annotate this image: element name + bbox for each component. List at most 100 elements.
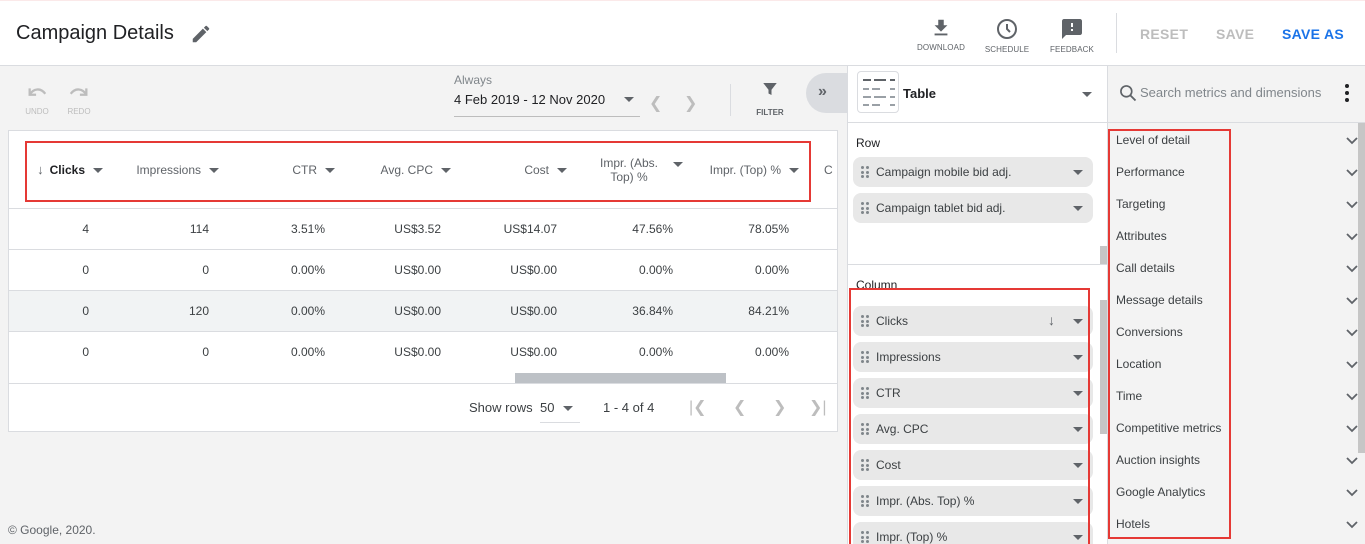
table-row[interactable]: 0 120 0.00% US$0.00 US$0.00 36.84% 84.21% (9, 291, 837, 332)
rows-per-page-select[interactable]: 50 (540, 400, 554, 415)
column-menu-caret-icon[interactable] (325, 167, 335, 173)
chip-menu-caret-icon[interactable] (1073, 463, 1083, 468)
column-section-scrollbar[interactable] (1100, 300, 1107, 434)
chevron-down-icon[interactable] (1346, 519, 1358, 529)
previous-period-button[interactable]: ❮ (649, 93, 662, 113)
chevron-down-icon[interactable] (1346, 199, 1358, 209)
category-item[interactable]: Location (1116, 356, 1358, 388)
column-metric-chip[interactable]: Avg. CPC (853, 414, 1093, 444)
column-menu-caret-icon[interactable] (441, 167, 451, 173)
schedule-button[interactable]: SCHEDULE (977, 17, 1037, 54)
drag-handle-icon[interactable] (861, 423, 869, 435)
column-menu-caret-icon[interactable] (557, 167, 567, 173)
save-button[interactable]: SAVE (1216, 26, 1254, 42)
category-item[interactable]: Message details (1116, 292, 1358, 324)
chip-menu-caret-icon[interactable] (1073, 391, 1083, 396)
next-period-button[interactable]: ❯ (684, 93, 697, 113)
column-header-impr-abs-top[interactable]: Impr. (Abs. Top) % (589, 131, 683, 209)
metrics-search-input[interactable] (1140, 85, 1330, 100)
chip-menu-caret-icon[interactable] (1073, 499, 1083, 504)
last-page-button[interactable]: ❯| (809, 397, 827, 417)
table-row[interactable]: 0 0 0.00% US$0.00 US$0.00 0.00% 0.00% (9, 250, 837, 291)
chevron-down-icon[interactable] (1346, 167, 1358, 177)
undo-button[interactable]: UNDO (22, 84, 52, 116)
chip-menu-caret-icon[interactable] (1073, 319, 1083, 324)
redo-button[interactable]: REDO (64, 84, 94, 116)
row-section-scrollbar[interactable] (1100, 246, 1107, 264)
column-metric-chip[interactable]: Impressions (853, 342, 1093, 372)
first-page-button[interactable]: |❮ (689, 397, 707, 417)
chevron-down-icon[interactable] (1346, 135, 1358, 145)
category-item[interactable]: Google Analytics (1116, 484, 1358, 516)
column-header-impr-top[interactable]: Impr. (Top) % (699, 131, 799, 209)
row-dimension-chip[interactable]: Campaign tablet bid adj. (853, 193, 1093, 223)
sort-descending-icon[interactable]: ↓ (1048, 312, 1055, 328)
chip-menu-caret-icon[interactable] (1073, 535, 1083, 540)
chevron-down-icon[interactable] (1346, 231, 1358, 241)
column-menu-caret-icon[interactable] (673, 162, 683, 167)
category-item[interactable]: Attributes (1116, 228, 1358, 260)
column-header-avg-cpc[interactable]: Avg. CPC (349, 131, 451, 209)
column-header-ctr[interactable]: CTR (249, 131, 335, 209)
column-metric-chip[interactable]: Impr. (Abs. Top) % (853, 486, 1093, 516)
chevron-down-icon[interactable] (1346, 263, 1358, 273)
date-range-caret-icon[interactable] (624, 97, 634, 102)
rows-per-page-caret-icon[interactable] (563, 406, 573, 411)
chip-menu-caret-icon[interactable] (1073, 170, 1083, 175)
drag-handle-icon[interactable] (861, 531, 869, 543)
chevron-down-icon[interactable] (1346, 391, 1358, 401)
chart-type-caret-icon[interactable] (1082, 92, 1092, 97)
column-header-clicks[interactable]: ↓ Clicks (29, 131, 103, 209)
drag-handle-icon[interactable] (861, 495, 869, 507)
column-metric-chip[interactable]: Cost (853, 450, 1093, 480)
column-header-truncated[interactable]: C (824, 131, 837, 209)
category-item[interactable]: Hotels (1116, 516, 1358, 544)
chevron-down-icon[interactable] (1346, 295, 1358, 305)
category-item[interactable]: Targeting (1116, 196, 1358, 228)
chip-menu-caret-icon[interactable] (1073, 206, 1083, 211)
filter-button[interactable]: FILTER (752, 80, 788, 117)
category-item[interactable]: Call details (1116, 260, 1358, 292)
category-item[interactable]: Competitive metrics (1116, 420, 1358, 452)
metrics-panel-scrollbar[interactable] (1358, 123, 1365, 453)
horizontal-scrollbar[interactable] (515, 373, 726, 383)
chevron-down-icon[interactable] (1346, 455, 1358, 465)
category-item[interactable]: Level of detail (1116, 132, 1358, 164)
drag-handle-icon[interactable] (861, 459, 869, 471)
next-page-button[interactable]: ❯ (773, 397, 786, 417)
drag-handle-icon[interactable] (861, 315, 869, 327)
row-dimension-chip[interactable]: Campaign mobile bid adj. (853, 157, 1093, 187)
drag-handle-icon[interactable] (861, 202, 869, 214)
column-header-cost[interactable]: Cost (479, 131, 567, 209)
drag-handle-icon[interactable] (861, 166, 869, 178)
previous-page-button[interactable]: ❮ (733, 397, 746, 417)
save-as-button[interactable]: SAVE AS (1282, 26, 1344, 42)
column-menu-caret-icon[interactable] (789, 167, 799, 173)
reset-button[interactable]: RESET (1140, 26, 1188, 42)
drag-handle-icon[interactable] (861, 387, 869, 399)
chevron-down-icon[interactable] (1346, 359, 1358, 369)
column-metric-chip[interactable]: CTR (853, 378, 1093, 408)
drag-handle-icon[interactable] (861, 351, 869, 363)
column-metric-chip[interactable]: Impr. (Top) % (853, 522, 1093, 544)
chart-type-select[interactable]: Table (848, 66, 1107, 123)
column-header-impressions[interactable]: Impressions (119, 131, 219, 209)
column-menu-caret-icon[interactable] (93, 167, 103, 173)
category-item[interactable]: Conversions (1116, 324, 1358, 356)
chevron-down-icon[interactable] (1346, 423, 1358, 433)
chevron-down-icon[interactable] (1346, 327, 1358, 337)
chip-menu-caret-icon[interactable] (1073, 427, 1083, 432)
column-metric-chip[interactable]: Clicks ↓ (853, 306, 1093, 336)
category-item[interactable]: Performance (1116, 164, 1358, 196)
column-menu-caret-icon[interactable] (209, 167, 219, 173)
table-row[interactable]: 4 114 3.51% US$3.52 US$14.07 47.56% 78.05% (9, 209, 837, 250)
feedback-button[interactable]: FEEDBACK (1042, 17, 1102, 54)
chevron-down-icon[interactable] (1346, 487, 1358, 497)
category-item[interactable]: Auction insights (1116, 452, 1358, 484)
chip-menu-caret-icon[interactable] (1073, 355, 1083, 360)
download-button[interactable]: DOWNLOAD (911, 17, 971, 52)
more-options-icon[interactable] (1345, 84, 1349, 105)
edit-title-icon[interactable] (190, 23, 212, 45)
category-item[interactable]: Time (1116, 388, 1358, 420)
date-range-select[interactable]: 4 Feb 2019 - 12 Nov 2020 (454, 92, 605, 107)
